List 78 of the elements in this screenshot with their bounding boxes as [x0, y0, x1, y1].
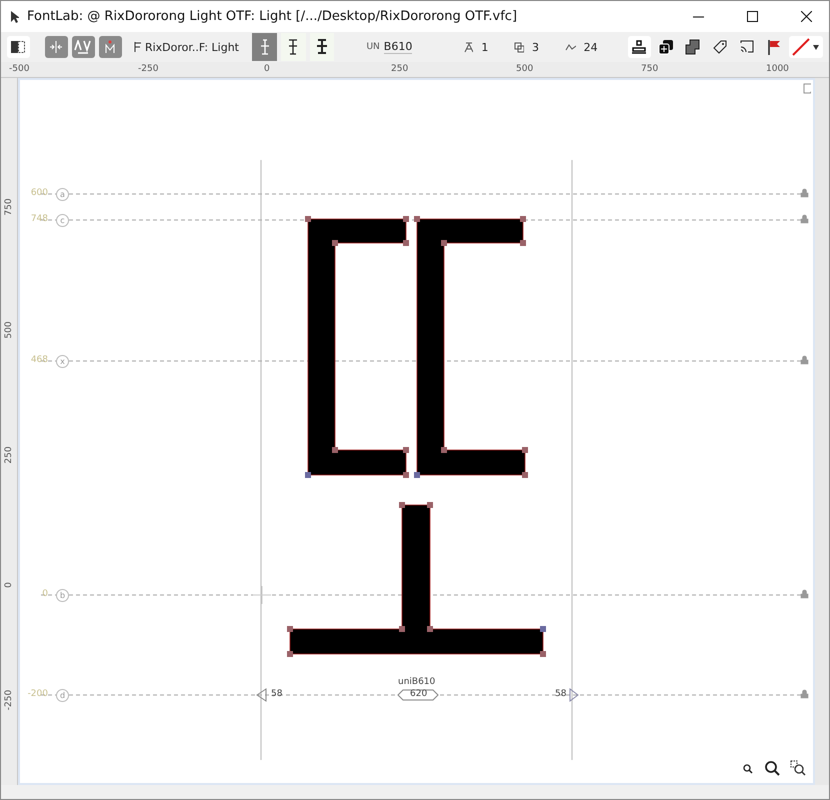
unicode-field[interactable]: B610	[384, 40, 412, 54]
lock-icon	[800, 590, 808, 598]
layer-mode-button[interactable]	[310, 33, 334, 61]
metrics-button[interactable]	[45, 36, 68, 58]
add-shape-icon	[658, 39, 674, 55]
nodes-icon	[565, 43, 576, 51]
cast-icon	[738, 39, 755, 55]
contours-count: 3	[532, 40, 540, 54]
caret-icon	[811, 43, 822, 51]
ruler-label: 0	[264, 64, 270, 74]
ruler-label: 750	[641, 64, 658, 74]
no-color-icon	[791, 37, 812, 57]
lock-icon	[800, 214, 808, 224]
ruler-label: 250	[391, 64, 408, 74]
mark-button[interactable]	[98, 36, 122, 58]
panel-toggle-button[interactable]	[7, 36, 30, 58]
contours-icon	[514, 42, 524, 52]
mark-icon	[104, 40, 116, 54]
zoom-out-icon	[743, 764, 753, 774]
lock-icon	[800, 690, 808, 698]
zoom-in-icon	[765, 761, 780, 776]
left-sidebearing: 58	[271, 689, 282, 699]
left-metric-marker	[256, 688, 266, 702]
window-title: FontLab: @ RixDororong Light OTF: Light [/.../Desktop/RixDororong OTF.vfc]	[27, 9, 518, 24]
metrics-icon	[48, 40, 64, 54]
kerning-button[interactable]	[72, 36, 95, 58]
guide-value: 600	[30, 188, 48, 198]
maximize-icon	[746, 11, 758, 22]
ruler-label: 0	[4, 581, 14, 590]
layer-mode-icon	[258, 39, 271, 55]
ruler-label: 750	[4, 197, 14, 218]
cursor-icon	[11, 10, 19, 22]
guide-letter: a	[56, 188, 69, 201]
right-metric-marker	[570, 688, 579, 702]
right-sidebearing: 58	[555, 689, 566, 699]
tag-icon	[712, 39, 728, 55]
minimize-icon	[692, 16, 704, 18]
layer-mode-icon	[287, 39, 300, 55]
ruler-label: -500	[9, 64, 30, 74]
guide-letter: c	[56, 214, 69, 227]
stroke-color-button[interactable]	[789, 36, 823, 58]
kerning-icon	[74, 40, 92, 54]
glyphs-count: 1	[481, 40, 488, 54]
glyph-icon	[464, 41, 474, 53]
ruler-label: 500	[516, 64, 534, 74]
ruler-label: 250	[4, 445, 14, 466]
close-icon	[800, 11, 812, 22]
guide-letter: x	[56, 355, 69, 368]
lock-icon	[800, 356, 808, 364]
guide-letter: d	[56, 689, 69, 702]
unicode-label: UN	[366, 42, 380, 52]
glyph-name: uniB610	[398, 677, 436, 687]
guide-value: 0	[42, 589, 48, 599]
union-icon	[685, 39, 701, 55]
stack-icon	[631, 39, 648, 55]
ruler-label: 1000	[766, 64, 789, 74]
crosshair-icon	[252, 586, 272, 604]
font-icon	[134, 42, 141, 52]
font-name[interactable]: RixDoror..F: Light	[144, 40, 239, 54]
guide-value: -200	[28, 689, 48, 699]
ruler-label: -250	[4, 688, 14, 712]
advance-badge	[397, 690, 439, 700]
ruler-label: 500	[4, 320, 14, 341]
guide-value: 468	[30, 355, 48, 365]
layer-mode-icon	[316, 39, 328, 55]
advance-width: 620	[410, 689, 428, 699]
layer-mode-button[interactable]	[281, 33, 306, 61]
page-corner-icon	[804, 84, 811, 94]
nodes-count: 24	[584, 40, 598, 54]
panel-icon	[11, 40, 26, 54]
zoom-selection-icon	[790, 760, 806, 776]
glyph-canvas[interactable]: 600 a 748 c 468 x 0 b -200 d uniB610 58 620 58	[18, 78, 815, 785]
stack-button[interactable]	[628, 36, 651, 58]
ruler-label: -250	[138, 64, 158, 74]
lock-icon	[800, 188, 808, 198]
guide-letter: b	[56, 589, 69, 602]
flag-icon	[766, 39, 781, 55]
guide-value: 748	[30, 214, 48, 224]
